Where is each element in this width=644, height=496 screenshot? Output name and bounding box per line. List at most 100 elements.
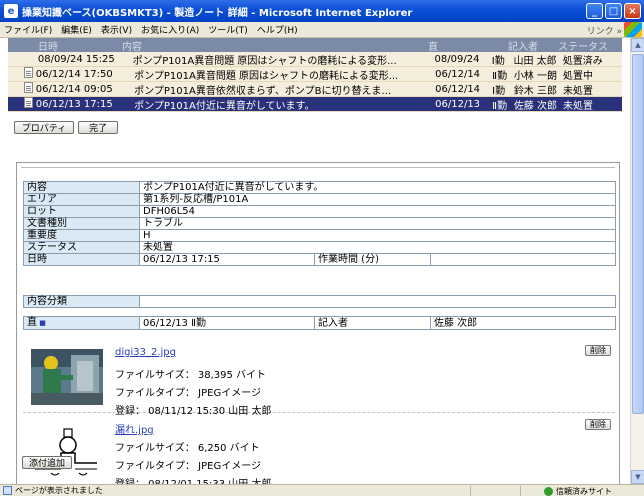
header-status[interactable]: ステータス (558, 38, 618, 53)
row-content: ポンプP101A付近に異音がしています。 (134, 100, 315, 112)
row-content: ポンプP101A異音問題 原因はシャフトの磨耗による変形... (132, 55, 397, 67)
page-done-icon (3, 486, 12, 495)
delete-attachment-button[interactable]: 削除 (585, 419, 611, 430)
attachment-item: 漏れ.jpg ファイルサイズ： 6,250 バイト ファイルタイプ： JPEGイ… (23, 415, 615, 484)
field-value-area: 第1系列-反応槽/P101A (139, 193, 616, 206)
history-list: 日時 内容 直 記入者 ステータス 08/09/24 15:25 ポンプP101… (8, 38, 622, 112)
category-table: 内容分類 (23, 295, 616, 308)
menu-tools[interactable]: ツール(T) (208, 23, 248, 36)
status-divider (470, 486, 471, 496)
add-attachment-button[interactable]: 添付追加 (22, 456, 72, 469)
field-value-shift: 06/12/13 Ⅱ勤 (139, 316, 315, 330)
field-label: ステータス (23, 241, 140, 254)
status-divider (520, 486, 521, 496)
links-menu[interactable]: リンク » (587, 24, 622, 37)
field-label: ロット (23, 205, 140, 218)
close-button[interactable]: × (624, 3, 641, 19)
field-value-lot: DFH06L54 (139, 205, 616, 218)
row-date: 06/12/13 17:15 (35, 98, 113, 110)
window-title: 操業知識ベース(OKBSMKT3) - 製造ノート 詳細 - Microsoft… (22, 7, 413, 19)
row-workdate: 08/09/24 (434, 53, 480, 65)
field-value-content: ポンプP101A付近に異音がしています。 (139, 181, 616, 194)
field-label: 内容分類 (23, 295, 140, 308)
maximize-button[interactable]: □ (605, 3, 622, 19)
field-label: 重要度 (23, 229, 140, 242)
note-icon (8, 67, 36, 81)
field-label: エリア (23, 193, 140, 206)
menu-file[interactable]: ファイル(F) (4, 23, 52, 36)
attachment-filename-link[interactable]: 漏れ.jpg (115, 421, 154, 436)
field-value-priority: H (139, 229, 616, 242)
attachment-thumbnail-photo[interactable] (31, 349, 103, 405)
header-workdate[interactable]: 直 (428, 38, 486, 53)
list-row[interactable]: 06/12/14 17:50 ポンプP101A異音問題 原因はシャフトの磨耗によ… (8, 67, 622, 82)
properties-button[interactable]: プロパティ (14, 121, 74, 134)
done-button[interactable]: 完了 (78, 121, 118, 134)
field-label: 内容 (23, 181, 140, 194)
attachment-filename-link[interactable]: digi33_2.jpg (115, 347, 176, 358)
row-author: 鈴木 三郎 (513, 85, 557, 97)
header-date[interactable]: 日時 (8, 38, 122, 53)
row-workdate: 06/12/14 (435, 83, 481, 95)
menu-bar: ファイル(F) 編集(E) 表示(V) お気に入り(A) ツール(T) ヘルプ(… (0, 22, 644, 38)
field-value-category (139, 295, 616, 308)
row-author: 小林 一朗 (513, 70, 557, 82)
document-icon (8, 97, 36, 111)
row-date: 06/12/14 17:50 (35, 68, 113, 80)
row-shift: Ⅰ勤 (492, 85, 506, 97)
field-label: 日時 (23, 253, 140, 266)
scroll-down-arrow-icon[interactable]: ▼ (631, 470, 644, 484)
menu-help[interactable]: ヘルプ(H) (257, 23, 298, 36)
menu-view[interactable]: 表示(V) (101, 23, 132, 36)
attachment-item: digi33_2.jpg ファイルサイズ： 38,395 バイト ファイルタイプ… (23, 341, 615, 417)
detail-fields-table: 内容 ポンプP101A付近に異音がしています。 エリア 第1系列-反応槽/P101A… (23, 181, 616, 266)
row-content: ポンプP101A異音依然収まらず、ポンプBに切り替えま... (134, 85, 392, 97)
windows-logo-icon (624, 22, 642, 37)
row-date: 08/09/24 15:25 (37, 53, 115, 65)
field-value-status: 未処置 (139, 241, 616, 254)
security-zone: 信頼済みサイト (544, 486, 612, 496)
list-row[interactable]: 06/12/14 09:05 ポンプP101A異音依然収まらず、ポンプBに切り替… (8, 82, 622, 97)
header-content[interactable]: 内容 (122, 38, 428, 53)
menu-edit[interactable]: 編集(E) (61, 23, 92, 36)
row-date: 06/12/14 09:05 (35, 83, 113, 95)
delete-attachment-button[interactable]: 削除 (585, 345, 611, 356)
shift-marker-icon: ■ (37, 319, 46, 327)
trusted-site-icon (544, 487, 553, 496)
divider (21, 167, 615, 170)
row-shift: Ⅱ勤 (492, 100, 508, 112)
field-label-author: 記入者 (314, 316, 431, 330)
field-value-datetime: 06/12/13 17:15 (139, 253, 315, 266)
field-label-shift: 直 ■ (23, 316, 140, 330)
list-row[interactable]: 08/09/24 15:25 ポンプP101A異音問題 原因はシャフトの磨耗によ… (8, 52, 622, 67)
row-workdate: 06/12/13 (435, 98, 481, 110)
header-author[interactable]: 記入者 (508, 38, 558, 53)
field-label-worktime: 作業時間 (分) (314, 253, 431, 266)
field-value-author: 佐藤 次郎 (430, 316, 616, 330)
row-author: 山田 太郎 (513, 55, 557, 67)
row-status: 処置済み (562, 55, 603, 67)
row-workdate: 06/12/14 (435, 68, 481, 80)
window-titlebar[interactable]: e 操業知識ベース(OKBSMKT3) - 製造ノート 詳細 - Microso… (0, 0, 644, 22)
status-bar: ページが表示されました 信頼済みサイト (0, 484, 644, 496)
scroll-thumb[interactable] (632, 54, 644, 414)
minimize-button[interactable]: _ (586, 3, 603, 19)
status-message: ページが表示されました (15, 486, 103, 495)
list-row-selected[interactable]: 06/12/13 17:15 ポンプP101A付近に異音がしています。 06/1… (8, 97, 622, 112)
menu-favorites[interactable]: お気に入り(A) (141, 23, 199, 36)
shift-table: 直 ■ 06/12/13 Ⅱ勤 記入者 佐藤 次郎 (23, 316, 616, 330)
field-value-worktime (430, 253, 616, 266)
detail-panel: 内容 ポンプP101A付近に異音がしています。 エリア 第1系列-反応槽/P101A… (16, 162, 620, 484)
row-status: 処置中 (562, 70, 593, 82)
scroll-up-arrow-icon[interactable]: ▲ (631, 38, 644, 52)
note-icon (8, 82, 36, 96)
vertical-scrollbar[interactable]: ▲ ▼ (630, 38, 644, 484)
attachment-type: ファイルタイプ： JPEGイメージ (115, 461, 262, 472)
row-shift: Ⅱ勤 (492, 70, 508, 82)
row-status: 未処置 (562, 100, 593, 112)
attachment-thumbnail-drawing[interactable] (31, 423, 103, 479)
row-content: ポンプP101A異音問題 原因はシャフトの磨耗による変形... (134, 70, 399, 82)
attachment-type: ファイルタイプ： JPEGイメージ (115, 388, 262, 399)
attachment-size: ファイルサイズ： 6,250 バイト (115, 443, 260, 454)
attachment-size: ファイルサイズ： 38,395 バイト (115, 370, 267, 381)
